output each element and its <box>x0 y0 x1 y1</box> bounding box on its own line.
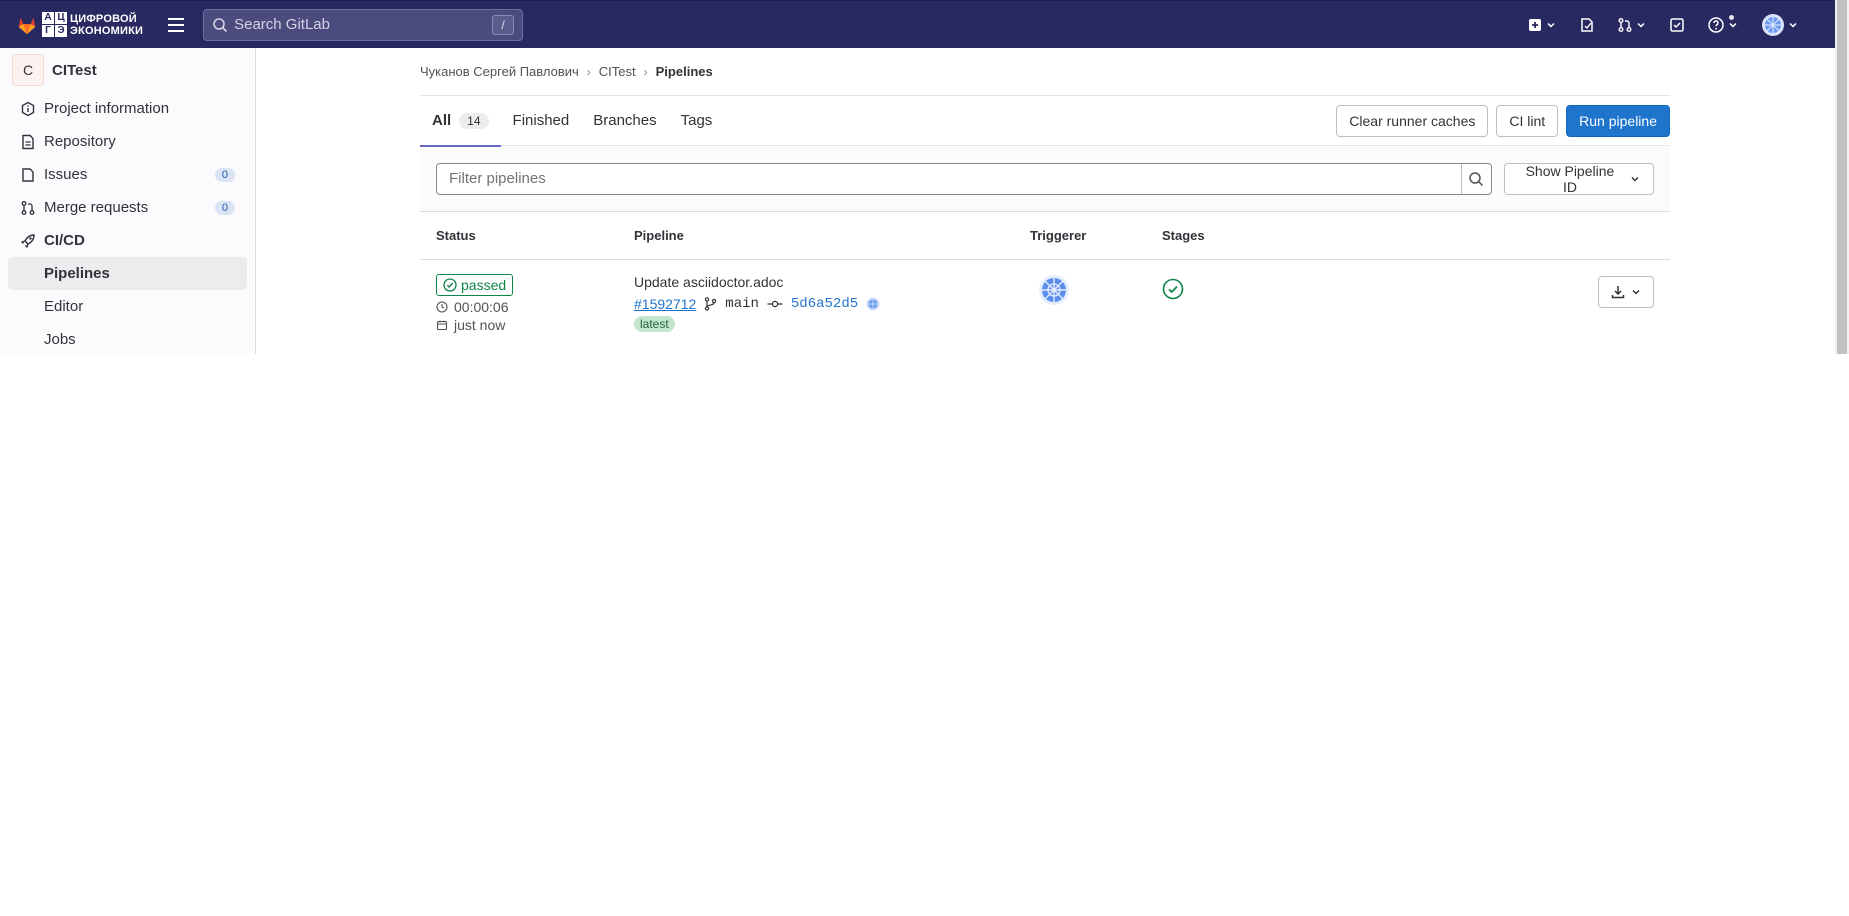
tab-finished[interactable]: Finished <box>501 96 582 146</box>
global-search[interactable]: / <box>203 8 524 41</box>
download-icon <box>1611 286 1625 299</box>
scrollbar-thumb[interactable] <box>1837 0 1847 354</box>
pipeline-id-link[interactable]: #1592712 <box>634 296 696 312</box>
sidebar-item-project-information[interactable]: Project information <box>0 92 255 125</box>
show-pipeline-id-dropdown[interactable]: Show Pipeline ID <box>1503 162 1654 195</box>
filter-search-button[interactable] <box>1460 163 1491 194</box>
chevron-down-icon <box>1632 289 1640 295</box>
issues-nav-button[interactable] <box>1573 9 1601 41</box>
project-sidebar: C CITest Project information Repository … <box>0 48 256 354</box>
sidebar-item-merge-requests[interactable]: Merge requests 0 <box>0 191 255 224</box>
page-scrollbar[interactable] <box>1835 0 1849 354</box>
clock-icon <box>436 301 448 313</box>
branch-name[interactable]: main <box>725 296 759 312</box>
project-avatar: C <box>12 54 44 86</box>
download-artifacts-dropdown[interactable] <box>1598 276 1654 308</box>
project-name: CITest <box>52 61 97 79</box>
sidebar-subitem-editor[interactable]: Editor <box>8 290 247 323</box>
rocket-icon <box>20 233 36 249</box>
merge-requests-count-badge: 0 <box>214 200 235 215</box>
run-pipeline-button[interactable]: Run pipeline <box>1566 104 1670 137</box>
sidebar-project-header[interactable]: C CITest <box>0 48 255 92</box>
table-header: Status Pipeline Triggerer Stages <box>420 212 1670 260</box>
chevron-down-icon <box>1547 22 1555 28</box>
question-icon <box>1708 16 1724 33</box>
chevron-down-icon <box>1789 22 1797 28</box>
sidebar-item-issues[interactable]: Issues 0 <box>0 158 255 191</box>
latest-badge: latest <box>634 316 675 332</box>
sidebar-item-cicd[interactable]: CI/CD <box>0 224 255 257</box>
issues-icon <box>1581 17 1593 32</box>
header-triggerer: Triggerer <box>1030 228 1087 243</box>
new-menu-button[interactable] <box>1521 9 1563 41</box>
breadcrumb-owner[interactable]: Чуканов Сергей Павлович <box>420 64 579 79</box>
breadcrumb-current[interactable]: Pipelines <box>656 64 713 79</box>
triggerer-avatar-icon[interactable] <box>1038 274 1070 306</box>
merge-request-icon <box>1618 17 1632 32</box>
top-navbar: А Ц Г Э ЦИФРОВОЙ ЭКОНОМИКИ / <box>0 0 1835 48</box>
search-icon <box>213 17 228 32</box>
filter-bar: Show Pipeline ID <box>420 146 1670 212</box>
tab-branches[interactable]: Branches <box>581 96 668 146</box>
help-notification-dot <box>1728 13 1735 21</box>
user-menu-button[interactable] <box>1755 9 1805 41</box>
main-content: Чуканов Сергей Павлович › CITest › Pipel… <box>420 48 1670 342</box>
header-stages: Stages <box>1162 228 1205 243</box>
chevron-down-icon <box>1637 22 1645 28</box>
branch-icon <box>705 297 717 311</box>
stage-passed-icon[interactable] <box>1162 278 1184 300</box>
search-input[interactable] <box>234 16 493 33</box>
sidebar-subitem-pipelines[interactable]: Pipelines <box>8 257 247 290</box>
status-badge[interactable]: passed <box>436 274 514 296</box>
merge-requests-nav-button[interactable] <box>1611 9 1653 41</box>
commit-icon <box>767 300 783 308</box>
breadcrumb-project[interactable]: CITest <box>599 64 636 79</box>
pipeline-duration: 00:00:06 <box>436 299 634 315</box>
commit-title[interactable]: Update asciidoctor.adoc <box>634 274 1030 292</box>
todo-checkbox-icon <box>1670 17 1684 32</box>
commit-sha-link[interactable]: 5d6a52d5 <box>791 296 858 312</box>
chevron-right-icon: › <box>643 64 648 79</box>
table-row: passed 00:00:06 just now Update asciidoc… <box>420 260 1670 342</box>
chevron-right-icon: › <box>586 64 591 79</box>
author-avatar-icon[interactable] <box>866 297 880 311</box>
menu-hamburger-icon[interactable] <box>165 14 187 36</box>
pipeline-tabs: All 14 Finished Branches Tags Clear runn… <box>420 96 1670 147</box>
help-menu-button[interactable] <box>1701 9 1745 41</box>
user-avatar-icon <box>1762 13 1784 36</box>
brand-logo[interactable]: А Ц Г Э ЦИФРОВОЙ ЭКОНОМИКИ <box>16 1 143 49</box>
header-status: Status <box>436 228 476 243</box>
logo-letter-grid: А Ц Г Э <box>42 12 67 37</box>
issues-count-badge: 0 <box>214 167 235 182</box>
ci-lint-button[interactable]: CI lint <box>1496 104 1559 137</box>
sidebar-subitem-jobs[interactable]: Jobs <box>8 323 247 354</box>
check-circle-icon <box>443 278 457 292</box>
search-icon <box>1469 171 1484 186</box>
document-icon <box>20 134 36 150</box>
issues-icon <box>20 167 36 183</box>
filter-pipelines-box <box>436 162 1492 195</box>
merge-request-icon <box>20 200 36 216</box>
header-pipeline: Pipeline <box>634 228 684 243</box>
todos-nav-button[interactable] <box>1663 9 1691 41</box>
search-shortcut-hint: / <box>492 14 515 35</box>
clear-runner-caches-button[interactable]: Clear runner caches <box>1336 104 1489 137</box>
tab-all[interactable]: All 14 <box>420 96 501 147</box>
pipeline-finished-time: just now <box>436 317 634 333</box>
chevron-down-icon <box>1631 176 1639 182</box>
sidebar-item-repository[interactable]: Repository <box>0 125 255 158</box>
logo-text: ЦИФРОВОЙ ЭКОНОМИКИ <box>70 12 144 37</box>
tab-count-badge: 14 <box>459 112 489 129</box>
filter-pipelines-input[interactable] <box>437 163 1461 194</box>
breadcrumb: Чуканов Сергей Павлович › CITest › Pipel… <box>420 48 1670 96</box>
calendar-icon <box>436 320 448 331</box>
gitlab-tanuki-icon <box>18 17 36 34</box>
plus-square-icon <box>1529 18 1541 31</box>
tab-tags[interactable]: Tags <box>669 96 725 146</box>
info-icon <box>20 101 36 117</box>
